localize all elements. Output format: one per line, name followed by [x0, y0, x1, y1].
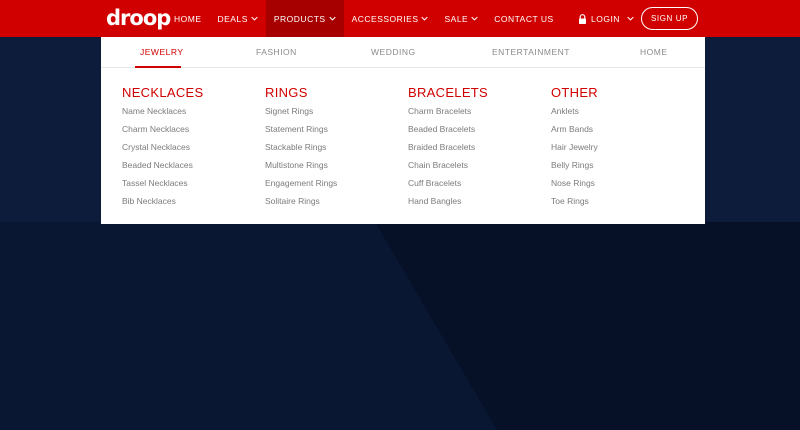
nav-item-products[interactable]: PRODUCTS — [265, 0, 344, 37]
column-other: OTHER Anklets Arm Bands Hair Jewelry Bel… — [551, 84, 681, 210]
menu-link[interactable]: Beaded Necklaces — [122, 156, 252, 174]
menu-link[interactable]: Crystal Necklaces — [122, 138, 252, 156]
column-title[interactable]: RINGS — [265, 84, 395, 102]
login-button[interactable]: LOGIN — [578, 0, 634, 37]
chevron-down-icon — [471, 16, 478, 21]
nav-item-label: PRODUCTS — [273, 13, 326, 24]
menu-link[interactable]: Arm Bands — [551, 120, 681, 138]
nav-item-label: ACCESSORIES — [351, 13, 419, 24]
menu-link[interactable]: Cuff Bracelets — [408, 174, 538, 192]
menu-link[interactable]: Nose Rings — [551, 174, 681, 192]
category-tabs: JEWELRY FASHION WEDDING ENTERTAINMENT HO… — [101, 37, 705, 68]
menu-link[interactable]: Signet Rings — [265, 102, 395, 120]
main-nav: HOME DEALS PRODUCTS ACCESSORIES SALE CON… — [166, 0, 562, 37]
menu-link[interactable]: Beaded Bracelets — [408, 120, 538, 138]
chevron-down-icon — [627, 16, 634, 21]
menu-link[interactable]: Tassel Necklaces — [122, 174, 252, 192]
column-necklaces: NECKLACES Name Necklaces Charm Necklaces… — [122, 84, 252, 210]
active-tab-indicator — [135, 66, 181, 68]
products-mega-menu: JEWELRY FASHION WEDDING ENTERTAINMENT HO… — [101, 37, 705, 224]
lock-icon — [579, 13, 586, 24]
nav-item-accessories[interactable]: ACCESSORIES — [344, 0, 437, 37]
menu-link[interactable]: Belly Rings — [551, 156, 681, 174]
column-bracelets: BRACELETS Charm Bracelets Beaded Bracele… — [408, 84, 538, 210]
menu-link[interactable]: Hand Bangles — [408, 192, 538, 210]
nav-item-label: CONTACT US — [494, 13, 554, 24]
menu-link[interactable]: Anklets — [551, 102, 681, 120]
menu-link[interactable]: Solitaire Rings — [265, 192, 395, 210]
tab-jewelry[interactable]: JEWELRY — [140, 47, 184, 57]
chevron-down-icon — [421, 16, 429, 21]
nav-item-label: DEALS — [217, 13, 248, 24]
top-navigation-bar: droop HOME DEALS PRODUCTS ACCESSORIES SA… — [0, 0, 800, 37]
menu-link[interactable]: Engagement Rings — [265, 174, 395, 192]
menu-link[interactable]: Statement Rings — [265, 120, 395, 138]
droop-logo[interactable]: droop — [106, 6, 171, 30]
menu-link[interactable]: Toe Rings — [551, 192, 681, 210]
column-rings: RINGS Signet Rings Statement Rings Stack… — [265, 84, 395, 210]
chevron-down-icon — [251, 16, 258, 21]
column-title[interactable]: BRACELETS — [408, 84, 538, 102]
tab-home[interactable]: HOME — [640, 47, 668, 57]
tab-fashion[interactable]: FASHION — [256, 47, 297, 57]
column-title[interactable]: NECKLACES — [122, 84, 252, 102]
login-label: LOGIN — [591, 13, 620, 24]
menu-link[interactable]: Bib Necklaces — [122, 192, 252, 210]
menu-link[interactable]: Charm Bracelets — [408, 102, 538, 120]
nav-item-label: HOME — [174, 13, 202, 24]
menu-link[interactable]: Hair Jewelry — [551, 138, 681, 156]
menu-link[interactable]: Braided Bracelets — [408, 138, 538, 156]
tab-wedding[interactable]: WEDDING — [371, 47, 416, 57]
nav-item-home[interactable]: HOME — [166, 0, 210, 37]
nav-item-deals[interactable]: DEALS — [210, 0, 266, 37]
chevron-down-icon — [328, 16, 336, 21]
tab-entertainment[interactable]: ENTERTAINMENT — [492, 47, 570, 57]
menu-link[interactable]: Chain Bracelets — [408, 156, 538, 174]
nav-item-sale[interactable]: SALE — [436, 0, 486, 37]
sign-up-button[interactable]: SIGN UP — [641, 7, 698, 30]
nav-item-contact-us[interactable]: CONTACT US — [486, 0, 561, 37]
menu-link[interactable]: Multistone Rings — [265, 156, 395, 174]
column-title[interactable]: OTHER — [551, 84, 681, 102]
menu-link[interactable]: Name Necklaces — [122, 102, 252, 120]
menu-link[interactable]: Charm Necklaces — [122, 120, 252, 138]
nav-item-label: SALE — [444, 13, 469, 24]
menu-link[interactable]: Stackable Rings — [265, 138, 395, 156]
